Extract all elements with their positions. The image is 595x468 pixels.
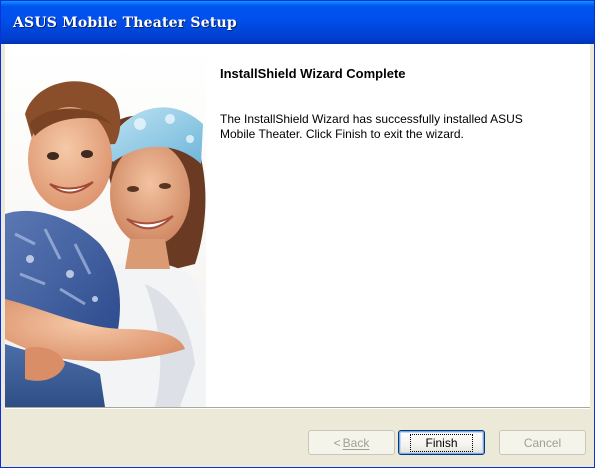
back-button[interactable]: < Back <box>308 430 395 455</box>
finish-button[interactable]: Finish <box>398 430 485 455</box>
window-title: ASUS Mobile Theater Setup <box>13 15 237 31</box>
finish-button-label: Finish <box>410 433 473 452</box>
footer-divider <box>5 407 590 409</box>
cancel-button-label: Cancel <box>523 435 562 450</box>
wizard-content: InstallShield Wizard Complete The Instal… <box>5 44 590 407</box>
setup-window: ASUS Mobile Theater Setup InstallShield … <box>0 0 595 468</box>
back-chevron-icon: < <box>333 435 341 450</box>
family-photo <box>5 44 206 407</box>
back-button-label: Back <box>342 435 370 450</box>
wizard-message: The InstallShield Wizard has successfull… <box>220 112 523 141</box>
cancel-button[interactable]: Cancel <box>499 430 586 455</box>
wizard-heading: InstallShield Wizard Complete <box>220 66 406 81</box>
title-bar[interactable]: ASUS Mobile Theater Setup <box>1 1 594 44</box>
mother-and-child-image <box>5 44 206 407</box>
